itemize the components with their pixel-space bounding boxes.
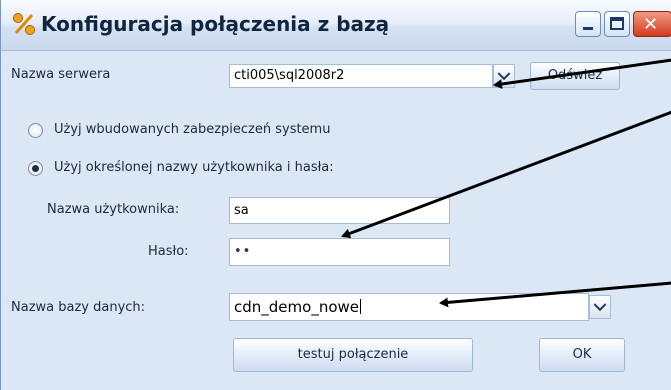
radio-sql-auth[interactable]	[28, 161, 43, 176]
close-button[interactable]: ✕	[633, 11, 671, 37]
close-icon: ✕	[643, 14, 659, 35]
minimize-button[interactable]	[575, 11, 601, 37]
minimize-icon	[583, 27, 593, 30]
refresh-button[interactable]: Odśwież	[530, 62, 620, 90]
chevron-down-icon	[593, 298, 607, 312]
server-combo-input[interactable]: cti005\sql2008r2	[229, 64, 493, 88]
database-combo-dropdown[interactable]	[589, 295, 611, 319]
server-label: Nazwa serwera	[11, 67, 111, 82]
radio-windows-auth-label[interactable]: Użyj wbudowanych zabezpieczeń systemu	[54, 122, 330, 137]
password-input[interactable]: ••	[229, 238, 450, 266]
database-label: Nazwa bazy danych:	[11, 300, 146, 315]
ok-button[interactable]: OK	[539, 338, 625, 372]
password-label: Hasło:	[148, 244, 189, 259]
radio-windows-auth[interactable]	[28, 123, 43, 138]
database-combo-input[interactable]: cdn_demo_nowe	[229, 293, 589, 321]
maximize-icon	[610, 17, 624, 30]
radio-sql-auth-label[interactable]: Użyj określonej nazwy użytkownika i hasł…	[54, 160, 334, 175]
maximize-button[interactable]	[604, 11, 630, 37]
username-input[interactable]: sa	[229, 197, 450, 224]
username-label: Nazwa użytkownika:	[47, 202, 180, 217]
dialog-window: Konfiguracja połączenia z bazą ✕ Nazwa s…	[0, 0, 671, 390]
server-combo-dropdown[interactable]	[493, 64, 515, 88]
percent-icon	[13, 13, 35, 35]
test-connection-button[interactable]: testuj połączenie	[233, 338, 473, 372]
database-value: cdn_demo_nowe	[234, 298, 359, 316]
radio-selected-dot	[32, 165, 39, 172]
window-title: Konfiguracja połączenia z bazą	[41, 12, 390, 36]
text-caret	[360, 299, 361, 314]
dialog-content: Nazwa serwera cti005\sql2008r2 Odśwież U…	[1, 51, 671, 390]
chevron-down-icon	[497, 67, 511, 81]
title-bar[interactable]: Konfiguracja połączenia z bazą ✕	[1, 0, 671, 51]
